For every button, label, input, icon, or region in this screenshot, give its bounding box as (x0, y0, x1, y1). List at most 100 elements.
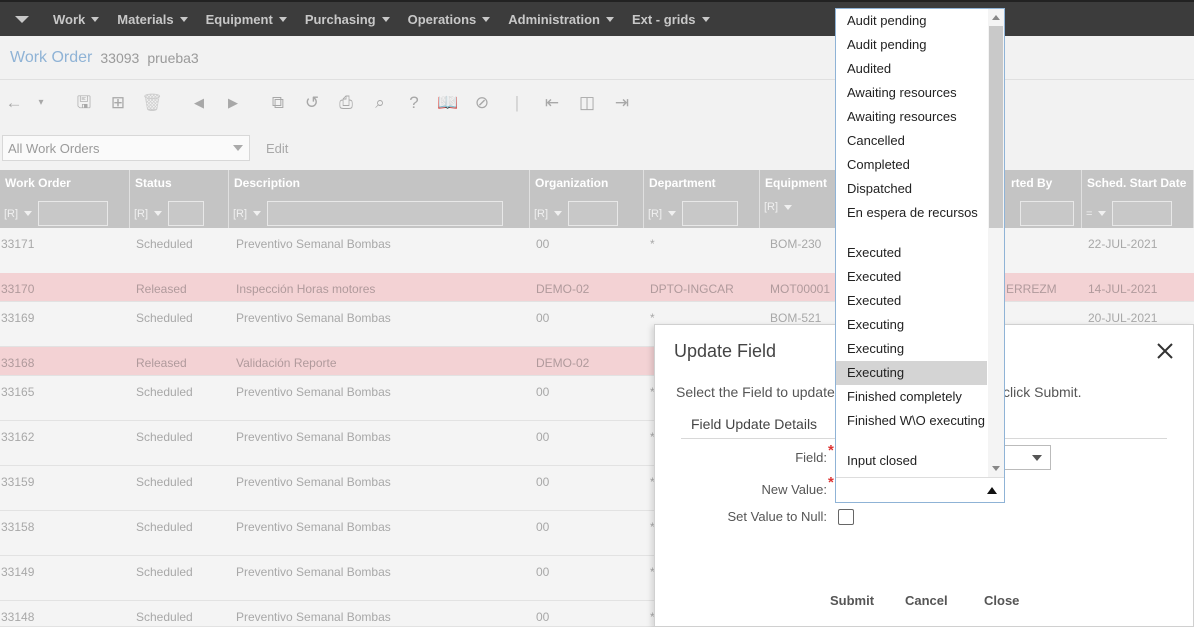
chevron-down-icon[interactable] (253, 211, 262, 216)
new-value-dropdown[interactable]: Audit pending Audit pending Audited Awaitin… (835, 8, 1005, 503)
collapse-left-icon[interactable]: ⇤ (541, 92, 563, 114)
nav-operations[interactable]: Operations (399, 1, 500, 37)
chevron-down-icon[interactable] (24, 211, 33, 216)
history-chevron-icon[interactable]: ▾ (30, 92, 52, 114)
cancel-button[interactable]: Cancel (905, 593, 948, 608)
tab-field-update-details[interactable]: Field Update Details (691, 416, 817, 432)
field-label: Field: (795, 450, 827, 465)
main-menu-toggle[interactable] (0, 15, 44, 23)
chevron-down-icon[interactable] (1098, 211, 1107, 216)
dropdown-option[interactable]: Executed (836, 265, 987, 289)
dropdown-option[interactable]: Executing (836, 361, 987, 385)
scroll-up-icon[interactable] (992, 15, 1000, 20)
dropdown-option[interactable]: Awaiting resources (836, 81, 987, 105)
filter-operator[interactable]: [R] (233, 208, 247, 220)
close-button[interactable]: Close (984, 593, 1019, 608)
chevron-down-icon[interactable] (154, 211, 163, 216)
table-cell-desc: Validación Reporte (236, 356, 337, 370)
dropdown-option[interactable]: Executed (836, 289, 987, 313)
dialog-description-end: click Submit. (1003, 384, 1082, 400)
table-cell-dept: DPTO-INGCAR (650, 282, 734, 296)
column-filter-input[interactable] (682, 201, 739, 226)
column-header[interactable]: rted By (1006, 170, 1082, 228)
table-cell-org: DEMO-02 (536, 282, 590, 296)
column-header[interactable]: Organization [R] (530, 170, 644, 228)
dropdown-option[interactable]: Dispatched (836, 177, 987, 201)
dropdown-option[interactable]: Awaiting resources (836, 105, 987, 129)
table-row[interactable]: 33171 Scheduled Preventivo Semanal Bombas 0… (0, 228, 1194, 274)
nav-equipment[interactable]: Equipment (197, 1, 296, 37)
dropdown-option[interactable]: Executing (836, 313, 987, 337)
table-row[interactable]: 33170 Released Inspección Horas motores DEM… (0, 273, 1194, 302)
filter-operator[interactable]: [R] (534, 208, 548, 220)
dataspy-edit-link[interactable]: Edit (266, 141, 288, 156)
filter-operator[interactable]: [R] (4, 208, 18, 220)
back-arrow-icon[interactable]: ← (3, 92, 25, 114)
copy-record-icon[interactable]: ⧉ (267, 92, 289, 114)
table-cell-status: Scheduled (136, 610, 193, 624)
table-cell-wo: 33159 (1, 475, 35, 489)
delete-icon[interactable]: 🗑 (141, 92, 163, 114)
dropdown-scroll-thumb[interactable] (989, 26, 1003, 228)
nav-materials[interactable]: Materials (108, 1, 196, 37)
book-icon[interactable]: 📖 (437, 92, 459, 114)
chevron-down-icon (179, 16, 188, 22)
dataspy-select[interactable]: All Work Orders (2, 135, 250, 161)
column-filter-input[interactable] (1020, 201, 1074, 226)
next-record-icon[interactable]: ▶ (222, 92, 244, 114)
new-value-label: New Value: (761, 482, 827, 497)
chevron-down-icon[interactable] (668, 211, 677, 216)
filter-operator[interactable]: = (1086, 208, 1092, 220)
column-header[interactable]: Status [R] (130, 170, 229, 228)
column-header[interactable]: Work Order [R] (0, 170, 130, 228)
print-icon[interactable]: ⎙ (335, 92, 357, 114)
column-header[interactable]: Department [R] (644, 170, 760, 228)
nav-ext-grids[interactable]: Ext - grids (623, 1, 719, 37)
new-value-input[interactable] (836, 477, 1004, 502)
refresh-icon[interactable]: ↺ (301, 92, 323, 114)
set-null-checkbox[interactable] (838, 509, 854, 525)
column-filter-input[interactable] (568, 201, 619, 226)
collapse-right-icon[interactable]: ⇥ (611, 92, 633, 114)
new-record-icon[interactable]: ⊞ (107, 92, 129, 114)
no-edit-icon[interactable]: ⊘ (471, 92, 493, 114)
dropdown-option[interactable]: Audit pending (836, 9, 987, 33)
column-header[interactable]: Description [R] (229, 170, 530, 228)
chevron-up-icon[interactable] (987, 487, 997, 494)
close-icon[interactable] (1153, 339, 1177, 363)
previous-record-icon[interactable]: ◀ (188, 92, 210, 114)
table-cell-status: Scheduled (136, 237, 193, 251)
dropdown-option[interactable]: Audit pending (836, 33, 987, 57)
column-filter-input[interactable] (168, 201, 205, 226)
dropdown-option[interactable]: Audited (836, 57, 987, 81)
dropdown-option[interactable]: Executed (836, 241, 987, 265)
chevron-down-icon[interactable] (554, 211, 563, 216)
column-header[interactable]: Equipment [R] (760, 170, 836, 228)
filter-operator[interactable]: [R] (648, 208, 662, 220)
save-icon[interactable]: 🖫 (73, 92, 95, 114)
filter-operator[interactable]: [R] (134, 208, 148, 220)
dropdown-option[interactable]: Cancelled (836, 129, 987, 153)
split-view-icon[interactable]: ◫ (576, 92, 598, 114)
column-filter-input[interactable] (38, 201, 109, 226)
table-cell-org: 00 (536, 565, 550, 579)
nav-work[interactable]: Work (44, 1, 108, 37)
chevron-down-icon[interactable] (784, 204, 793, 210)
nav-administration[interactable]: Administration (499, 1, 623, 37)
dropdown-option[interactable]: Finished W\O executing (836, 409, 987, 449)
dropdown-option[interactable]: Executing (836, 337, 987, 361)
table-cell-desc: Preventivo Semanal Bombas (236, 520, 391, 534)
nav-purchasing[interactable]: Purchasing (296, 1, 399, 37)
dropdown-option[interactable]: Completed (836, 153, 987, 177)
print-preview-icon[interactable]: ⌕ (369, 92, 391, 114)
dropdown-option[interactable]: Input closed (836, 449, 987, 473)
column-filter-input[interactable] (1112, 201, 1173, 226)
help-icon[interactable]: ? (403, 92, 425, 114)
filter-operator[interactable]: [R] (764, 201, 778, 213)
dropdown-option[interactable]: Finished completely (836, 385, 987, 409)
column-filter-input[interactable] (267, 201, 504, 226)
scroll-down-icon[interactable] (992, 466, 1000, 471)
submit-button[interactable]: Submit (830, 593, 874, 608)
dropdown-option[interactable]: En espera de recursos (836, 201, 987, 241)
column-header[interactable]: Sched. Start Date = (1082, 170, 1194, 228)
